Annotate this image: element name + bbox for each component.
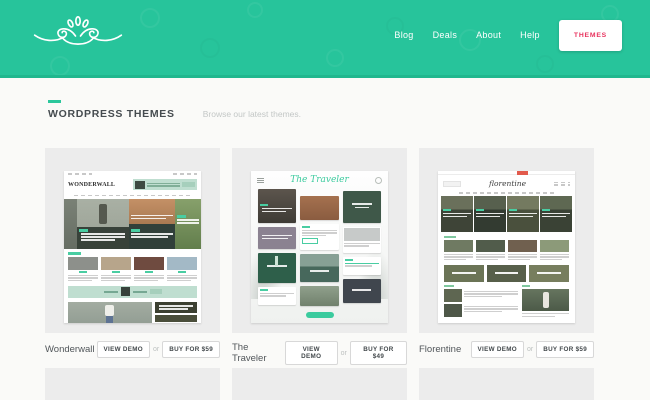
buy-button[interactable]: BUY FOR $59 — [162, 341, 220, 358]
florentine-red-badge — [517, 171, 528, 175]
florentine-latest-column — [444, 285, 518, 319]
row2-thumbnail-2[interactable] — [232, 368, 407, 400]
row2-thumbnail-3[interactable] — [419, 368, 594, 400]
traveler-site-preview: The Traveler — [251, 171, 388, 323]
page-title: WORDPRESS THEMES — [48, 108, 175, 120]
wonderwall-article-cards — [64, 256, 201, 284]
theme-card-row2-1 — [45, 368, 220, 400]
traveler-thumb-logo: The Traveler — [290, 175, 349, 185]
themes-button[interactable]: THEMES — [559, 20, 622, 51]
view-demo-button[interactable]: VIEW DEMO — [97, 341, 150, 358]
page-subtitle: Browse our latest themes. — [203, 109, 301, 119]
theme-card-wonderwall: WONDERWALL — [45, 148, 220, 365]
theme-card-traveler: The Traveler — [232, 148, 407, 365]
header: Blog Deals About Help THEMES — [0, 0, 650, 78]
theme-name: Florentine — [419, 344, 461, 355]
section-heading: WORDPRESS THEMES Browse our latest theme… — [48, 108, 301, 120]
florentine-about-column — [522, 285, 569, 319]
themes-grid-row2 — [45, 368, 594, 400]
buy-button[interactable]: BUY FOR $59 — [536, 341, 594, 358]
search-box — [443, 181, 461, 187]
page: Blog Deals About Help THEMES WORDPRESS T… — [0, 0, 650, 400]
traveler-thumbnail[interactable]: The Traveler — [232, 148, 407, 333]
theme-card-florentine: florentine — [419, 148, 594, 365]
themes-grid: WONDERWALL — [45, 148, 594, 365]
florentine-site-preview: florentine — [438, 171, 575, 323]
wonderwall-ad-banner — [133, 179, 197, 190]
section-accent-line — [48, 100, 61, 103]
view-demo-button[interactable]: VIEW DEMO — [471, 341, 524, 358]
social-icons — [554, 181, 570, 187]
buy-button[interactable]: BUY FOR $49 — [350, 341, 407, 365]
view-demo-button[interactable]: VIEW DEMO — [285, 341, 338, 365]
row2-thumbnail-1[interactable] — [45, 368, 220, 400]
main-nav: Blog Deals About Help THEMES — [394, 0, 622, 70]
theme-name: The Traveler — [232, 342, 285, 364]
wonderwall-thumb-logo: WONDERWALL — [68, 182, 115, 188]
logo-flourish-icon[interactable] — [28, 10, 128, 62]
wonderwall-feature-photo — [68, 302, 152, 323]
florentine-thumb-logo: florentine — [489, 179, 526, 188]
wonderwall-mid-banner — [68, 286, 197, 298]
wonderwall-thumbnail[interactable]: WONDERWALL — [45, 148, 220, 333]
traveler-masonry-grid — [251, 186, 388, 313]
theme-name: Wonderwall — [45, 344, 94, 355]
nav-link-deals[interactable]: Deals — [433, 30, 458, 40]
florentine-category-tiles — [438, 262, 575, 282]
or-label: or — [341, 350, 347, 357]
florentine-thumbnail[interactable]: florentine — [419, 148, 594, 333]
nav-link-blog[interactable]: Blog — [394, 30, 413, 40]
florentine-article-cards — [438, 240, 575, 262]
wonderwall-site-preview: WONDERWALL — [64, 171, 201, 323]
nav-link-about[interactable]: About — [476, 30, 501, 40]
theme-card-row2-2 — [232, 368, 407, 400]
load-more-pill — [306, 312, 334, 318]
wonderwall-hero — [64, 199, 201, 249]
search-icon — [375, 177, 382, 184]
theme-card-row2-3 — [419, 368, 594, 400]
florentine-hero — [438, 196, 575, 232]
nav-link-help[interactable]: Help — [520, 30, 540, 40]
or-label: or — [153, 346, 159, 353]
or-label: or — [527, 346, 533, 353]
menu-icon — [257, 177, 264, 184]
